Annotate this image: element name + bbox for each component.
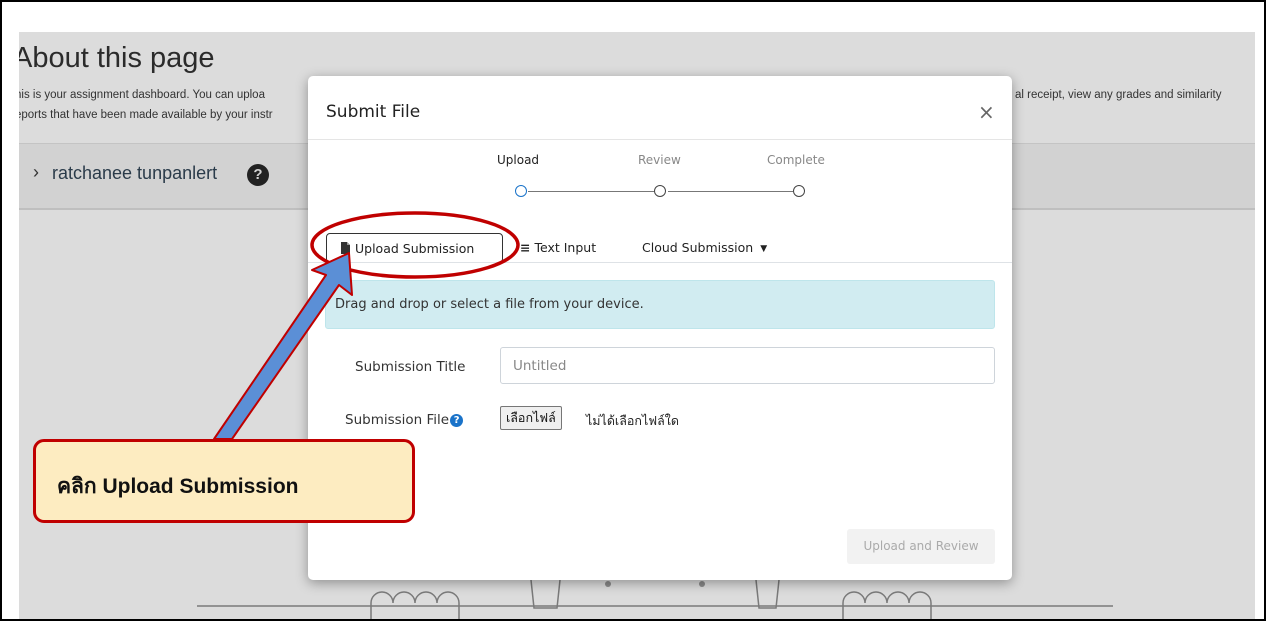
tabs-divider [308, 262, 1012, 263]
submission-title-label: Submission Title [355, 359, 466, 375]
modal-divider [308, 139, 1012, 140]
document-icon [341, 241, 355, 256]
dropzone-text: Drag and drop or select a file from your… [335, 297, 644, 312]
step-connector [528, 191, 654, 192]
tab-cloud-submission[interactable]: Cloud Submission ▼ [642, 233, 767, 263]
step-upload-marker [515, 185, 527, 197]
step-complete-marker [793, 185, 805, 197]
step-review-marker [654, 185, 666, 197]
step-review-label: Review [638, 153, 681, 167]
close-icon[interactable]: × [978, 100, 995, 124]
tab-upload-submission[interactable]: Upload Submission [326, 233, 503, 263]
caret-down-icon: ▼ [760, 244, 768, 254]
step-connector [668, 191, 793, 192]
file-status-text: ไม่ได้เลือกไฟล์ใด [586, 413, 679, 428]
list-icon: ≡ [520, 240, 531, 255]
step-upload-label: Upload [497, 153, 540, 167]
screenshot-frame: About this page his is your assignment d… [0, 0, 1266, 621]
tab-upload-label: Upload Submission [355, 241, 475, 256]
choose-file-button[interactable]: เลือกไฟล์ [500, 406, 562, 430]
tab-cloud-label: Cloud Submission [642, 240, 754, 255]
modal-title: Submit File [326, 102, 421, 122]
tab-text-label: Text Input [534, 240, 597, 255]
submission-file-label: Submission File? [345, 412, 464, 428]
submission-title-input[interactable] [500, 347, 995, 384]
help-circle-icon[interactable]: ? [450, 413, 464, 427]
submission-file-label-text: Submission File [345, 412, 450, 428]
instruction-callout: คลิก Upload Submission [33, 439, 415, 523]
callout-text: คลิก Upload Submission [57, 475, 299, 498]
upload-and-review-button[interactable]: Upload and Review [847, 529, 995, 564]
step-complete-label: Complete [767, 153, 825, 167]
tab-text-input[interactable]: ≡ Text Input [520, 233, 596, 263]
file-dropzone[interactable]: Drag and drop or select a file from your… [325, 280, 995, 329]
